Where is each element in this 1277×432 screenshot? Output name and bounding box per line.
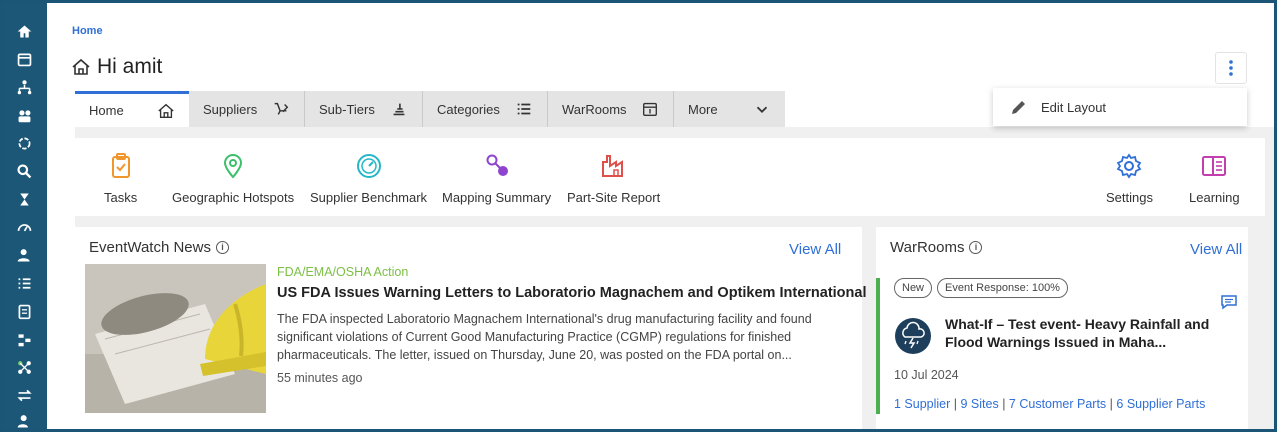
gauge-icon	[356, 154, 381, 178]
quick-action-geographic-hotspots[interactable]: Geographic Hotspots	[172, 152, 294, 205]
tab-warrooms[interactable]: WarRooms	[548, 91, 674, 127]
calendar-icon	[643, 102, 657, 116]
quick-action-label: Part-Site Report	[567, 190, 661, 205]
user-settings-icon[interactable]	[14, 245, 34, 265]
news-headline[interactable]: US FDA Issues Warning Letters to Laborat…	[277, 285, 866, 301]
news-summary: The FDA inspected Laboratorio Magnachem …	[277, 312, 812, 362]
tab-label: Suppliers	[203, 101, 258, 117]
checklist-icon[interactable]	[14, 273, 34, 293]
sub-tiers-icon[interactable]	[14, 329, 34, 349]
tab-label: WarRooms	[562, 101, 627, 117]
left-nav-rail	[3, 3, 47, 429]
warroom-event-title[interactable]: What-If – Test event- Heavy Rainfall and…	[945, 315, 1210, 351]
tab-home[interactable]: Home	[75, 91, 189, 127]
main-content: Home Hi amit Home Suppliers Sub-Tiers Ca…	[47, 3, 1274, 429]
chevron-down-icon	[756, 106, 768, 113]
sites-count-link[interactable]: 9 Sites	[961, 397, 999, 411]
hourglass-icon[interactable]	[14, 189, 34, 209]
home-icon[interactable]	[14, 21, 34, 41]
storm-icon	[895, 318, 931, 354]
warroom-date: 10 Jul 2024	[894, 368, 959, 382]
warrooms-view-all-link[interactable]: View All	[1190, 241, 1242, 258]
hardhat-photo-icon	[85, 264, 266, 413]
tab-sub-tiers[interactable]: Sub-Tiers	[305, 91, 423, 127]
warroom-links: 1 Supplier | 9 Sites | 7 Customer Parts …	[894, 397, 1206, 411]
network-icon[interactable]	[14, 357, 34, 377]
main-tabs: Home Suppliers Sub-Tiers Categories WarR…	[75, 91, 785, 127]
card-title: EventWatch News i	[89, 239, 229, 256]
quick-action-part-site-report[interactable]: Part-Site Report	[567, 152, 660, 205]
customer-parts-link[interactable]: 7 Customer Parts	[1009, 397, 1106, 411]
comment-icon[interactable]	[1220, 294, 1238, 310]
kebab-icon	[1229, 60, 1233, 76]
tab-label: Sub-Tiers	[319, 101, 375, 117]
tab-label: Home	[89, 103, 124, 118]
info-icon[interactable]: i	[969, 241, 983, 254]
warrooms-card: WarRooms i View All New Event Response: …	[876, 227, 1248, 429]
calendar-icon[interactable]	[14, 49, 34, 69]
eventwatch-view-all-link[interactable]: View All	[789, 241, 841, 258]
book-icon	[1202, 156, 1227, 176]
quick-action-label: Settings	[1106, 190, 1153, 205]
supplier-count-link[interactable]: 1 Supplier	[894, 397, 950, 411]
list-icon	[517, 103, 531, 115]
sub-tiers-icon	[393, 103, 405, 116]
tab-categories[interactable]: Categories	[423, 91, 548, 127]
warroom-status-accent	[876, 278, 880, 414]
info-icon[interactable]: i	[216, 241, 229, 254]
eventwatch-title: EventWatch News	[89, 239, 211, 256]
quick-action-supplier-benchmark[interactable]: Supplier Benchmark	[310, 152, 427, 205]
refresh-icon[interactable]	[14, 133, 34, 153]
hierarchy-icon[interactable]	[14, 77, 34, 97]
more-options-button[interactable]	[1215, 52, 1247, 84]
quick-action-learning[interactable]: Learning	[1189, 152, 1240, 205]
suppliers-icon	[274, 102, 289, 115]
page-title: Hi amit	[71, 55, 162, 79]
quick-action-tasks[interactable]: Tasks	[104, 152, 137, 205]
news-timestamp: 55 minutes ago	[277, 371, 363, 385]
factory-icon	[601, 155, 623, 177]
new-badge: New	[894, 278, 933, 298]
greeting-text: Hi amit	[97, 55, 163, 78]
quick-action-label: Geographic Hotspots	[172, 190, 295, 205]
gauge-icon[interactable]	[14, 217, 34, 237]
quick-action-label: Tasks	[104, 190, 138, 205]
suppliers-icon[interactable]	[14, 105, 34, 125]
clipboard-icon[interactable]	[14, 301, 34, 321]
quick-action-label: Supplier Benchmark	[310, 190, 428, 205]
gear-icon	[1117, 153, 1142, 179]
quick-actions-bar: Tasks Geographic Hotspots Supplier Bench…	[75, 138, 1265, 216]
search-icon[interactable]	[14, 161, 34, 181]
clipboard-check-icon	[111, 153, 130, 178]
event-response-badge: Event Response: 100%	[937, 278, 1068, 298]
layout-menu: Edit Layout	[993, 88, 1247, 126]
tab-suppliers[interactable]: Suppliers	[189, 91, 305, 127]
user-edit-icon[interactable]	[14, 411, 34, 429]
supplier-parts-link[interactable]: 6 Supplier Parts	[1116, 397, 1205, 411]
edit-layout-menu-item[interactable]: Edit Layout	[1041, 100, 1106, 115]
eventwatch-news-card: EventWatch News i View All FDA/EMA/OSHA	[75, 227, 866, 429]
quick-action-label: Learning	[1189, 190, 1240, 205]
mapping-icon	[486, 154, 508, 176]
breadcrumb[interactable]: Home	[72, 25, 103, 37]
news-category: FDA/EMA/OSHA Action	[277, 265, 409, 279]
app-frame: Home Hi amit Home Suppliers Sub-Tiers Ca…	[3, 3, 1274, 429]
tab-label: More	[688, 101, 718, 117]
warrooms-title: WarRooms	[890, 239, 965, 256]
card-title: WarRooms i	[890, 239, 983, 256]
quick-action-settings[interactable]: Settings	[1106, 152, 1153, 205]
news-thumbnail[interactable]	[85, 264, 266, 413]
tab-label: Categories	[437, 101, 500, 117]
quick-action-mapping-summary[interactable]: Mapping Summary	[442, 152, 551, 205]
home-icon	[72, 58, 90, 75]
quick-action-label: Mapping Summary	[442, 190, 552, 205]
pencil-icon	[1012, 101, 1025, 114]
map-pin-icon	[224, 154, 243, 179]
home-icon	[158, 103, 174, 118]
tab-more[interactable]: More	[674, 91, 785, 127]
transfer-icon[interactable]	[14, 385, 34, 405]
